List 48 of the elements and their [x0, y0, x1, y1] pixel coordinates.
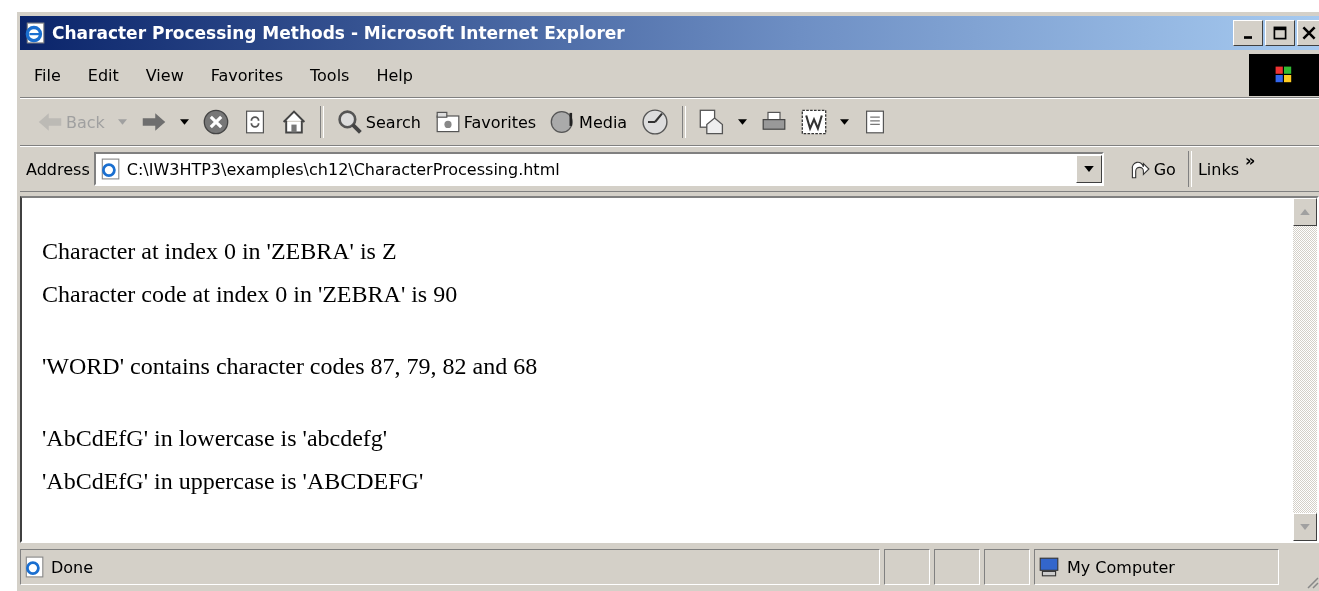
menu-item[interactable]: Help: [362, 65, 426, 85]
links-button[interactable]: Links: [1191, 159, 1245, 179]
mail-icon: [699, 109, 726, 135]
address-label: Address: [26, 159, 90, 179]
stop-icon: [202, 109, 229, 135]
favorites-button[interactable]: Favorites: [429, 103, 542, 141]
resize-grip-icon[interactable]: [1305, 575, 1319, 589]
menu-item[interactable]: File: [20, 65, 74, 85]
close-button[interactable]: [1297, 20, 1319, 46]
computer-icon: [1037, 556, 1061, 578]
dropdown-arrow-icon[interactable]: [840, 119, 850, 125]
menu-item[interactable]: Edit: [73, 65, 132, 85]
forward-arrow-icon: [140, 112, 167, 132]
search-icon: [336, 109, 363, 135]
minimize-button[interactable]: [1233, 20, 1263, 46]
menu-item[interactable]: Tools: [296, 65, 363, 85]
page-text: 'AbCdEfG' in uppercase is 'ABCDEFG': [42, 467, 425, 496]
media-button[interactable]: Media: [545, 103, 633, 141]
maximize-icon: [1273, 26, 1287, 40]
status-pane: [934, 549, 980, 585]
menu-item[interactable]: View: [131, 65, 197, 85]
page-text: Character code at index 0 in 'ZEBRA' is 90: [42, 280, 459, 309]
zone-text: My Computer: [1067, 557, 1175, 577]
menu-item[interactable]: Favorites: [196, 65, 296, 85]
home-icon: [280, 109, 307, 135]
page-text: 'WORD' contains character codes 87, 79, 82 and 68: [42, 352, 539, 381]
minimize-icon: [1244, 35, 1252, 39]
close-icon: [1302, 26, 1316, 40]
status-text: Done: [51, 557, 94, 577]
dropdown-arrow-icon[interactable]: [738, 119, 748, 125]
chevron-icon[interactable]: »: [1245, 151, 1256, 170]
edit-icon: [801, 109, 828, 135]
dropdown-arrow-icon[interactable]: [179, 119, 189, 125]
search-button[interactable]: Search: [331, 103, 426, 141]
window-title: Character Processing Methods - Microsoft Internet Explorer: [52, 23, 626, 43]
page-text: Character at index 0 in 'ZEBRA' is Z: [42, 237, 398, 266]
folder-icon: [434, 110, 461, 134]
maximize-button[interactable]: [1265, 20, 1295, 46]
dropdown-button[interactable]: [1075, 155, 1102, 183]
status-pane: [984, 549, 1030, 585]
address-field[interactable]: C:\IW3HTP3\examples\ch12\CharacterProcessing.html: [93, 152, 1104, 186]
back-arrow-icon: [37, 112, 63, 132]
status-pane: [884, 549, 930, 585]
scrollbar[interactable]: [1293, 198, 1317, 541]
page-text: 'AbCdEfG' in lowercase is 'abcdefg': [42, 424, 389, 453]
go-button[interactable]: Go: [1103, 158, 1188, 180]
clock-icon: [641, 108, 670, 136]
caret-icon: [1083, 166, 1094, 172]
